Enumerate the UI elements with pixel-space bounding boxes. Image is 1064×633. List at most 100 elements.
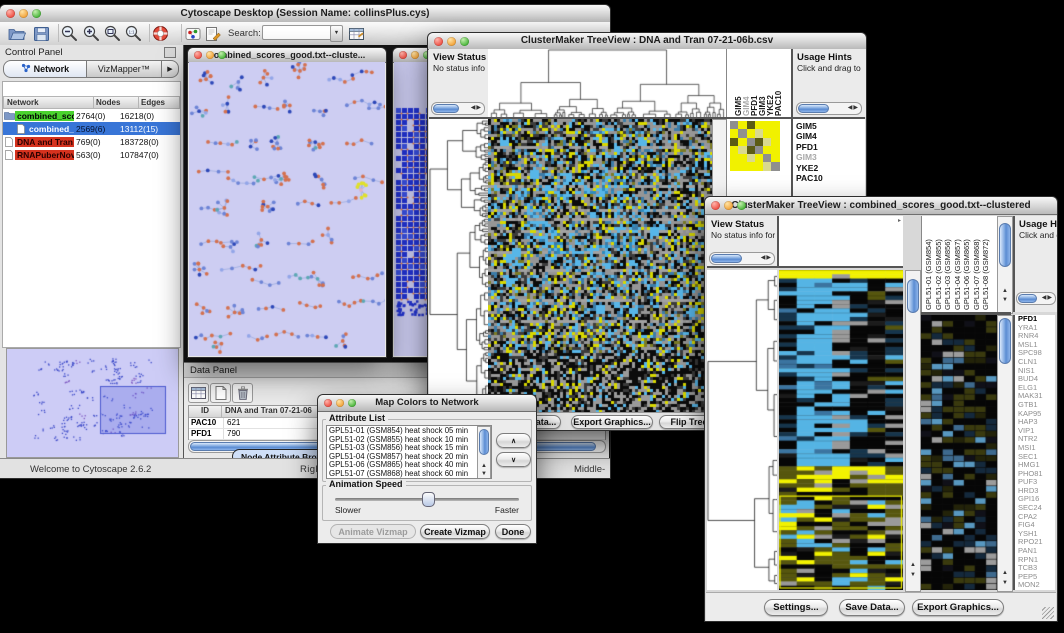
matrix-cell[interactable]	[738, 146, 746, 154]
zoom-button[interactable]	[737, 201, 746, 210]
close-button[interactable]	[711, 201, 720, 210]
column-label[interactable]: PFD1	[750, 52, 758, 116]
tab-network[interactable]: Network	[3, 60, 87, 78]
matrix-cell[interactable]	[730, 146, 738, 154]
network-tree-row[interactable]: combined_sco2569(6)13112(15)	[3, 122, 180, 135]
minimize-button[interactable]	[19, 9, 28, 18]
column-label[interactable]: GPL51-04 (GSM857)	[953, 218, 963, 310]
gene-label[interactable]: PUF3	[1018, 478, 1055, 487]
scrollbar-thumb[interactable]	[1018, 294, 1037, 303]
matrix-cell[interactable]	[763, 129, 771, 137]
gene-label[interactable]: NTR2	[1018, 435, 1055, 444]
cluster-matrix[interactable]	[730, 121, 780, 171]
scroll-down-icon[interactable]: ▼	[998, 297, 1012, 304]
network-canvas[interactable]	[189, 62, 385, 356]
attribute-item[interactable]: GPL51-07 (GSM868) heat shock 60 min	[329, 470, 489, 479]
gene-label[interactable]: PFD1	[1018, 315, 1055, 324]
search-input[interactable]	[262, 25, 334, 40]
close-button[interactable]	[194, 51, 202, 59]
zoom-selected-icon[interactable]: 1:1	[122, 23, 144, 44]
matrix-cell[interactable]	[738, 138, 746, 146]
matrix-cell[interactable]	[755, 121, 763, 129]
animate-vizmap-button[interactable]: Animate Vizmap	[330, 524, 416, 539]
resize-grip[interactable]	[1042, 607, 1054, 619]
gene-label[interactable]: FIG4	[1018, 521, 1055, 530]
matrix-cell[interactable]	[755, 162, 763, 170]
attribute-listbox[interactable]: GPL51-01 (GSM854) heat shock 05 minGPL51…	[326, 425, 492, 479]
done-button[interactable]: Done	[495, 524, 531, 539]
scroll-down-icon[interactable]: ▼	[478, 471, 490, 478]
gene-label[interactable]: HAP3	[1018, 418, 1055, 427]
matrix-cell[interactable]	[763, 154, 771, 162]
scroll-arrows-icon[interactable]: ◀▶	[848, 103, 859, 114]
gene-label[interactable]: MON2	[1018, 581, 1055, 590]
gene-label[interactable]: GIM3	[796, 152, 865, 162]
matrix-cell[interactable]	[755, 129, 763, 137]
column-labels-vscrollbar[interactable]: ▲ ▼	[997, 216, 1013, 314]
minimize-button[interactable]	[724, 201, 733, 210]
matrix-cell[interactable]	[755, 146, 763, 154]
usage-hints-scrollbar[interactable]: ◀▶	[796, 102, 862, 115]
gene-label[interactable]: PFD1	[796, 142, 865, 152]
scrollbar-thumb[interactable]	[999, 318, 1011, 364]
export-graphics-button[interactable]: Export Graphics...	[912, 599, 1004, 616]
matrix-cell[interactable]	[771, 146, 779, 154]
speed-slider-thumb[interactable]	[422, 492, 435, 507]
move-down-button[interactable]: ∨	[496, 452, 531, 467]
matrix-cell[interactable]	[747, 162, 755, 170]
column-header-nodes[interactable]: Nodes	[94, 96, 139, 109]
column-label[interactable]: GIM5	[734, 52, 742, 116]
gene-label[interactable]: KAP95	[1018, 410, 1055, 419]
matrix-cell[interactable]	[747, 138, 755, 146]
scroll-arrows-icon[interactable]: ◀▶	[471, 103, 482, 114]
view-status-scrollbar[interactable]: ◀▶	[431, 102, 485, 115]
column-header-network[interactable]: Network	[3, 96, 94, 109]
column-tree-marker-icon[interactable]: ▸	[898, 217, 901, 224]
new-attribute-icon[interactable]	[210, 383, 231, 403]
scroll-arrows-icon[interactable]: ◀▶	[761, 253, 772, 264]
scrollbar-thumb[interactable]	[798, 104, 829, 113]
matrix-cell[interactable]	[730, 138, 738, 146]
minimize-button[interactable]	[206, 51, 214, 59]
heatmap-vscrollbar[interactable]: ▲ ▼	[905, 270, 921, 592]
gene-label[interactable]: NIS1	[1018, 367, 1055, 376]
close-button[interactable]	[324, 399, 332, 407]
zoom-button[interactable]	[32, 9, 41, 18]
gene-label[interactable]: RPO21	[1018, 538, 1055, 547]
column-label[interactable]: GIM4	[742, 52, 750, 116]
annotation-icon[interactable]	[202, 23, 224, 44]
gene-label[interactable]: VIP1	[1018, 427, 1055, 436]
column-label[interactable]: YKE2	[766, 52, 774, 116]
open-file-icon[interactable]	[6, 23, 28, 44]
move-up-button[interactable]: ∧	[496, 433, 531, 448]
gene-label[interactable]: GIM4	[796, 131, 865, 141]
settings-button[interactable]: Settings...	[764, 599, 828, 616]
save-data-button[interactable]: Save Data...	[839, 599, 905, 616]
matrix-cell[interactable]	[755, 138, 763, 146]
gene-label[interactable]: BUD4	[1018, 375, 1055, 384]
column-label[interactable]: GPL51-08 (GSM872)	[981, 218, 991, 310]
gene-label[interactable]: HRD3	[1018, 487, 1055, 496]
matrix-cell[interactable]	[771, 138, 779, 146]
minimize-button[interactable]	[447, 37, 456, 46]
matrix-cell[interactable]	[738, 121, 746, 129]
search-dropdown-arrow[interactable]: ▼	[330, 25, 343, 42]
create-vizmap-button[interactable]: Create Vizmap	[420, 524, 490, 539]
gene-label[interactable]: CPA2	[1018, 513, 1055, 522]
birds-eye-view[interactable]	[6, 348, 179, 458]
zoom-in-icon[interactable]	[80, 23, 102, 44]
matrix-cell[interactable]	[771, 162, 779, 170]
close-button[interactable]	[434, 37, 443, 46]
zoom-button[interactable]	[460, 37, 469, 46]
matrix-cell[interactable]	[755, 154, 763, 162]
row-dendrogram[interactable]	[429, 119, 488, 412]
matrix-cell[interactable]	[738, 129, 746, 137]
network-tree-row[interactable]: RNAPuberNov2+563(0)107847(0)	[3, 148, 180, 161]
secondary-vscrollbar[interactable]: ▲ ▼	[997, 315, 1013, 592]
column-dendrogram[interactable]	[488, 49, 726, 117]
gene-label[interactable]: GTB1	[1018, 401, 1055, 410]
scroll-up-icon[interactable]: ▲	[998, 288, 1012, 295]
matrix-cell[interactable]	[763, 146, 771, 154]
attribute-browser-icon[interactable]	[345, 24, 367, 45]
float-panel-icon[interactable]	[164, 47, 176, 58]
